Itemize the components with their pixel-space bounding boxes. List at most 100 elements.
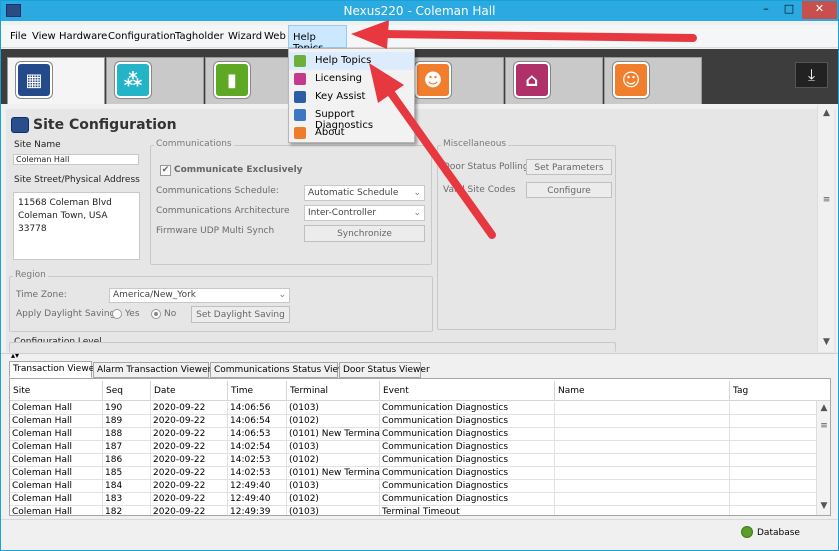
menu-item-about[interactable]: About [289,124,414,142]
scroll-up-icon[interactable]: ▲ [817,403,830,417]
table-cell-date: 2020-09-22 [151,454,228,467]
tab-communications-status-viewer[interactable]: Communications Status Viewer [210,362,355,378]
menu-bar: File View Hardware Configuration Taghold… [1,25,838,54]
table-cell-name [555,441,730,454]
menu-tagholder[interactable]: Tagholder [175,31,224,42]
table-cell-tag [730,467,817,480]
tab-network[interactable]: ⁂ [106,57,204,104]
table-cell-terminal: (0102) [287,493,380,506]
site-name-label: Site Name [14,140,61,150]
daylight-yes-radio[interactable] [112,309,122,319]
table-row[interactable]: Coleman Hall 187 2020-09-22 14:02:54 (0103) C… [10,441,817,454]
chevron-down-icon: ⌄ [413,188,421,198]
synchronize-button[interactable]: Synchronize [304,225,425,242]
table-row[interactable]: Coleman Hall 189 2020-09-22 14:06:54 (0102) C… [10,415,817,428]
table-cell-site: Coleman Hall [10,480,103,493]
table-scrollbar[interactable]: ▲ ≡ ▼ [816,401,830,515]
tab-alarm-transaction-viewer[interactable]: Alarm Transaction Viewer [93,362,211,378]
minimize-button[interactable]: – [755,1,777,19]
table-row[interactable]: Coleman Hall 186 2020-09-22 14:02:53 (0102) C… [10,454,817,467]
col-seq[interactable]: Seq [103,381,151,401]
menu-item-key-assist[interactable]: Key Assist [289,88,414,106]
maximize-button[interactable]: □ [778,1,800,19]
site-address-textarea[interactable]: 11568 Coleman Blvd Coleman Town, USA 337… [13,192,140,260]
table-row[interactable]: Coleman Hall 184 2020-09-22 12:49:40 (0103) C… [10,480,817,493]
menu-file[interactable]: File [10,31,27,42]
col-site[interactable]: Site [10,381,103,401]
col-date[interactable]: Date [151,381,228,401]
col-event[interactable]: Event [380,381,555,401]
site-grid-icon: ▦ [16,62,52,98]
app-window: Nexus220 - Coleman Hall – □ ✕ File View … [0,0,839,551]
door-icon: ▮ [214,62,250,98]
set-daylight-saving-button[interactable]: Set Daylight Saving [191,306,290,323]
comm-schedule-select[interactable]: Automatic Schedule ⌄ [304,185,425,201]
splitter-arrows-icon[interactable]: ▴▾ [11,351,19,360]
table-cell-time: 14:06:54 [228,415,287,428]
title-bar[interactable]: Nexus220 - Coleman Hall – □ ✕ [1,1,838,21]
table-row[interactable]: Coleman Hall 182 2020-09-22 12:49:39 (0103) T… [10,506,817,515]
menu-item-support-diagnostics[interactable]: Support Diagnostics [289,106,414,131]
license-icon [294,73,306,85]
module-tab-bar: ▦ ⁂ ▮ ☻ ⌂ ☺ [1,49,838,104]
table-row[interactable]: Coleman Hall 183 2020-09-22 12:49:40 (0102) C… [10,493,817,506]
menu-view[interactable]: View [32,31,56,42]
menu-item-licensing[interactable]: Licensing [289,70,414,88]
download-icon[interactable]: ⤓ [795,62,828,88]
table-cell-time: 12:49:39 [228,506,287,515]
set-parameters-button[interactable]: Set Parameters [526,159,612,175]
menu-hardware[interactable]: Hardware [59,31,107,42]
timezone-select[interactable]: America/New_York ⌄ [109,288,290,303]
communicate-exclusively-checkbox[interactable]: ✔ [160,165,171,176]
table-row[interactable]: Coleman Hall 190 2020-09-22 14:06:56 (0103) C… [10,402,817,415]
scroll-down-icon[interactable]: ▼ [818,337,835,351]
tab-user[interactable]: ☻ [406,57,504,104]
table-row[interactable]: Coleman Hall 185 2020-09-22 14:02:53 (0101) … [10,467,817,480]
col-name[interactable]: Name [555,381,730,401]
table-cell-time: 12:49:40 [228,493,287,506]
table-cell-tag [730,402,817,415]
col-terminal[interactable]: Terminal [287,381,380,401]
table-row[interactable]: Coleman Hall 188 2020-09-22 14:06:53 (0101) … [10,428,817,441]
close-button[interactable]: ✕ [802,1,837,19]
table-cell-seq: 182 [103,506,151,515]
table-cell-event: Communication Diagnostics [380,402,555,415]
menu-item-help-topics[interactable]: Help Topics [289,52,414,70]
tab-tag[interactable]: ⌂ [505,57,603,104]
table-cell-site: Coleman Hall [10,467,103,480]
scroll-thumb[interactable]: ≡ [818,195,835,209]
table-cell-site: Coleman Hall [10,493,103,506]
table-cell-tag [730,428,817,441]
scroll-down-icon[interactable]: ▼ [817,501,830,515]
configure-button[interactable]: Configure [526,182,612,198]
tab-door-status-viewer[interactable]: Door Status Viewer [339,362,430,378]
table-cell-date: 2020-09-22 [151,506,228,515]
table-cell-site: Coleman Hall [10,415,103,428]
panel-splitter[interactable]: ▴▾ [1,351,838,361]
tab-access[interactable]: ☺ [604,57,702,104]
site-name-input[interactable]: Coleman Hall [13,154,139,165]
scroll-up-icon[interactable]: ▲ [818,108,835,122]
table-cell-event: Communication Diagnostics [380,454,555,467]
scroll-thumb[interactable]: ≡ [817,421,830,435]
menu-wizard[interactable]: Wizard [228,31,262,42]
daylight-saving-label: Apply Daylight Saving: [16,309,119,319]
col-tag[interactable]: Tag [730,381,830,401]
tab-transaction-viewer[interactable]: Transaction Viewer [9,361,98,378]
table-cell-date: 2020-09-22 [151,467,228,480]
panel-scrollbar[interactable]: ▲ ≡ ▼ [817,105,834,352]
table-cell-tag [730,441,817,454]
door-status-polling-label: Door Status Polling: [443,162,532,172]
comm-architecture-select[interactable]: Inter-Controller ⌄ [304,205,425,221]
col-time[interactable]: Time [228,381,287,401]
menu-configuration[interactable]: Configuration [108,31,176,42]
table-cell-site: Coleman Hall [10,402,103,415]
daylight-no-label: No [164,309,177,319]
table-cell-site: Coleman Hall [10,454,103,467]
daylight-no-radio[interactable] [151,309,161,319]
tab-site-config[interactable]: ▦ [7,57,105,104]
menu-web[interactable]: Web [264,31,286,42]
table-cell-terminal: (0103) [287,441,380,454]
network-icon: ⁂ [115,62,151,98]
menu-help-topics[interactable]: Help Topics [288,25,347,54]
